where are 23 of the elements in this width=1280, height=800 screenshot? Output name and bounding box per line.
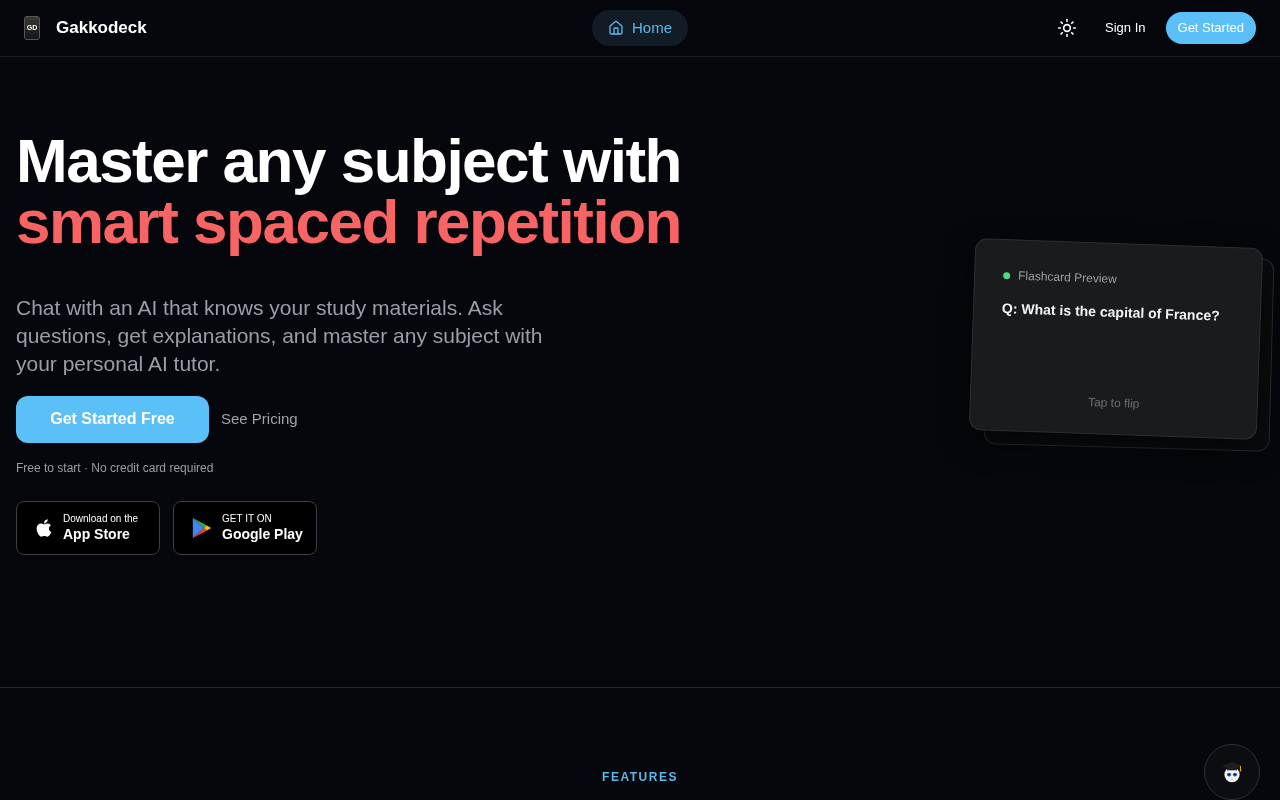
brand-name[interactable]: Gakkodeck	[56, 15, 147, 41]
flashcard-hint: Tap to flip	[1087, 393, 1140, 413]
sun-icon	[1057, 18, 1078, 38]
badge-store-name: Google Play	[222, 527, 303, 541]
flashcard[interactable]: Flashcard Preview Q: What is the capital of France? Tap to flip	[968, 237, 1264, 440]
badge-caption: GET IT ON	[222, 514, 273, 524]
apple-icon	[35, 517, 53, 538]
hero-note: Free to start · No credit card required	[16, 459, 215, 477]
badge-store-name: App Store	[63, 527, 131, 541]
chat-assistant-button[interactable]	[1204, 744, 1260, 800]
mascot-icon	[1220, 761, 1244, 783]
nav-link[interactable]: Home	[592, 10, 688, 46]
home-icon	[608, 20, 624, 36]
play-store-icon	[192, 516, 212, 539]
flashcard-label: Flashcard Preview	[1017, 267, 1118, 288]
flashcard-question: Q: What is the capital of France?	[1001, 298, 1221, 326]
store-badge[interactable]: Download on the App Store	[16, 500, 160, 555]
sign-in-link[interactable]: Sign In	[1105, 18, 1146, 38]
hero-description: Chat with an AI that knows your study materials. Ask questions, get explanations, and master any subject with your personal AI tutor.	[16, 294, 544, 377]
see-pricing-link[interactable]: See Pricing	[221, 407, 298, 431]
store-badge[interactable]: GET IT ON Google Play	[173, 500, 317, 555]
section-eyebrow: FEATURES	[602, 769, 678, 786]
badge-caption: Download on the	[63, 514, 139, 524]
